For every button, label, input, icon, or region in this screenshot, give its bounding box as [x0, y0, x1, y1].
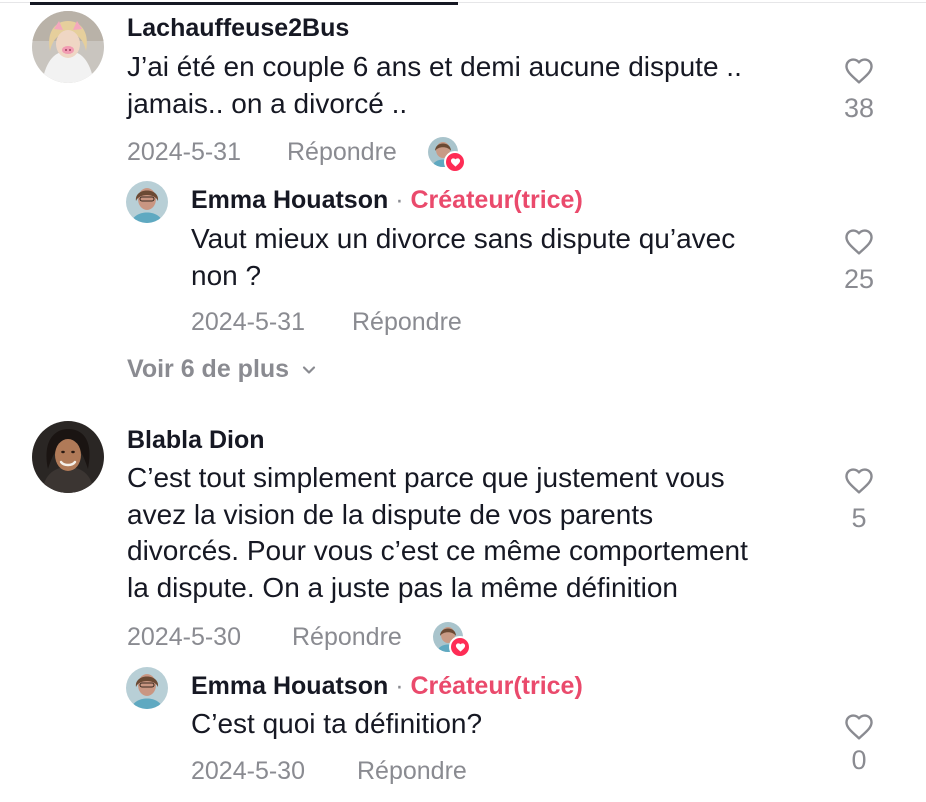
comment-text-line: C’est quoi ta définition?	[191, 708, 483, 739]
chevron-down-icon	[302, 365, 316, 374]
comment-date: 2024-5-31	[127, 138, 241, 166]
reply-button[interactable]: Répondre	[352, 308, 462, 337]
reply-username-line: Emma Houatson · Créateur(trice)	[191, 672, 583, 701]
reply-username[interactable]: Emma Houatson	[191, 672, 388, 700]
like-count: 25	[843, 264, 875, 294]
view-more-replies[interactable]: Voir 6 de plus	[127, 355, 319, 384]
comment-text-line: avez la vision de la dispute de vos pare…	[127, 498, 654, 530]
like-count: 38	[843, 93, 875, 123]
like-button[interactable]: 25	[829, 226, 889, 295]
separator: ·	[395, 186, 404, 214]
comment-text-line: jamais.. on a divorcé ..	[127, 87, 408, 119]
reply-username-line: Emma Houatson · Créateur(trice)	[191, 186, 583, 215]
reply-date: 2024-5-30	[191, 757, 305, 785]
like-count: 0	[851, 745, 867, 775]
heart-outline-icon[interactable]	[842, 711, 876, 743]
comment-username[interactable]: Lachauffeuse2Bus	[127, 14, 349, 43]
avatar[interactable]	[32, 11, 104, 83]
separator: ·	[395, 672, 404, 700]
reply-button[interactable]: Répondre	[287, 138, 397, 167]
comment-text-line: C’est tout simplement parce que justemen…	[127, 462, 725, 493]
avatar[interactable]	[126, 181, 168, 223]
heart-outline-icon[interactable]	[842, 226, 876, 258]
comment-text-line: Vaut mieux un divorce sans dispute qu’av…	[191, 223, 736, 254]
comment-text-line: non ?	[191, 259, 262, 291]
avatar[interactable]	[32, 421, 104, 493]
heart-badge-icon	[444, 151, 466, 173]
comment-text: J’ai été en couple 6 ans et demi aucune …	[127, 49, 827, 122]
avatar[interactable]	[126, 667, 168, 709]
like-count: 5	[851, 503, 867, 533]
comment-text-line: J’ai été en couple 6 ans et demi aucune …	[127, 51, 742, 82]
reply-button[interactable]: Répondre	[357, 757, 467, 786]
like-button[interactable]: 38	[829, 55, 889, 124]
heart-badge-icon	[449, 636, 471, 658]
comment-date: 2024-5-30	[127, 623, 241, 651]
like-button[interactable]: 5	[829, 465, 889, 534]
comment-username[interactable]: Blabla Dion	[127, 426, 265, 455]
active-tab-indicator	[30, 2, 458, 5]
creator-badge: Créateur(trice)	[410, 672, 583, 700]
creator-liked-indicator	[433, 622, 471, 658]
reply-text: Vaut mieux un divorce sans dispute qu’av…	[191, 221, 811, 294]
view-more-label: Voir 6 de plus	[127, 355, 290, 383]
creator-badge: Créateur(trice)	[410, 186, 583, 214]
like-button[interactable]: 0	[829, 711, 889, 776]
heart-outline-icon[interactable]	[842, 55, 876, 87]
reply-text: C’est quoi ta définition?	[191, 706, 811, 743]
reply-button[interactable]: Répondre	[292, 623, 402, 652]
comment-text-line: divorcés. Pour vous c’est ce même compor…	[127, 535, 748, 566]
reply-date: 2024-5-31	[191, 308, 305, 336]
reply-username[interactable]: Emma Houatson	[191, 186, 388, 214]
comment-text: C’est tout simplement parce que justemen…	[127, 460, 827, 606]
creator-liked-indicator	[428, 137, 466, 173]
comment-text-line: la dispute. On a juste pas la même défin…	[127, 571, 678, 603]
heart-outline-icon[interactable]	[842, 465, 876, 497]
